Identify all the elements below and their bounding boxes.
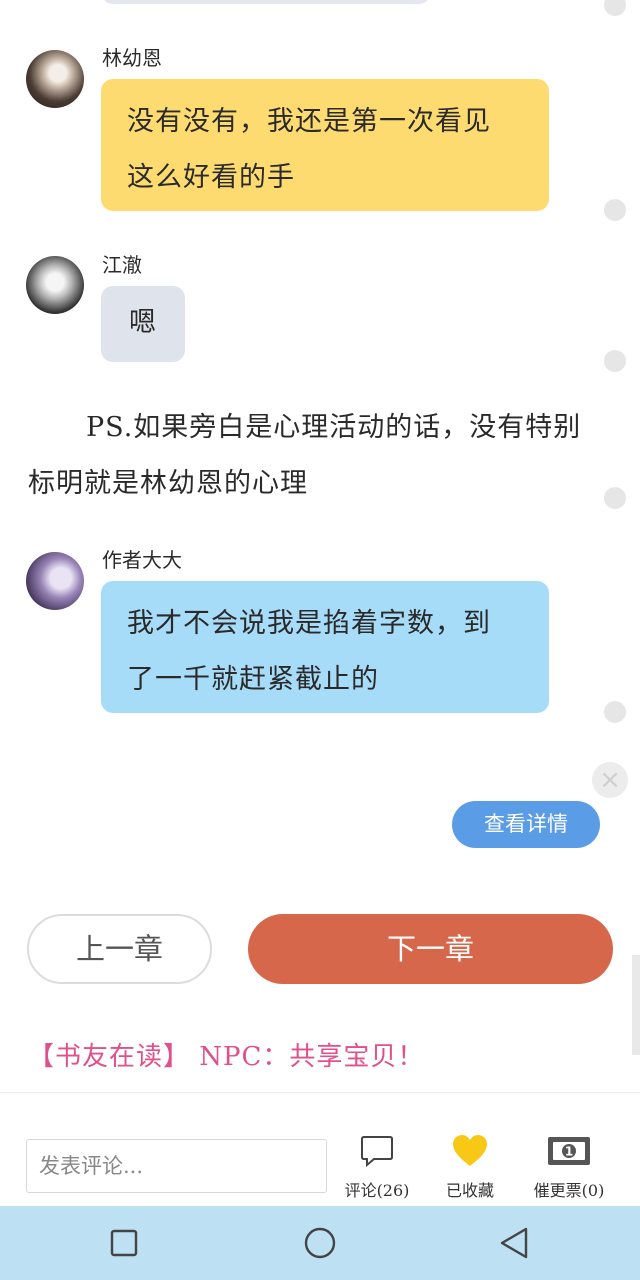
comment-input[interactable] bbox=[26, 1139, 327, 1193]
timeline-dot bbox=[604, 199, 626, 221]
svg-text:1: 1 bbox=[565, 1145, 573, 1159]
message-line: 我才不会说我是掐着字数，到 bbox=[127, 608, 491, 639]
readers-reading-link[interactable]: 【书友在读】 NPC：共享宝贝！ bbox=[28, 1036, 424, 1073]
heart-icon bbox=[453, 1135, 487, 1166]
system-navigation-bar bbox=[0, 1206, 640, 1280]
message-bubble: 没有没有，我还是第一次看见 这么好看的手 bbox=[101, 79, 549, 211]
message-line: 没有没有，我还是第一次看见 bbox=[127, 106, 491, 137]
next-chapter-button[interactable]: 下一章 bbox=[248, 914, 613, 984]
recent-apps-icon[interactable] bbox=[106, 1225, 142, 1261]
message-bubble: 嗯 bbox=[101, 286, 185, 362]
timeline-dot bbox=[604, 487, 626, 509]
timeline-dot bbox=[604, 350, 626, 372]
ticket-icon: 1 bbox=[548, 1137, 590, 1165]
timeline-dot bbox=[604, 701, 626, 723]
comment-bubble-icon bbox=[361, 1136, 393, 1168]
speaker-name: 江澈 bbox=[102, 253, 142, 277]
message-line: 了一千就赶紧截止的 bbox=[127, 664, 379, 695]
close-icon[interactable]: × bbox=[592, 762, 628, 798]
narration-text: PS.如果旁白是心理活动的话，没有特别标明就是林幼恩的心理 bbox=[28, 412, 582, 499]
speaker-name: 作者大大 bbox=[102, 548, 182, 572]
vote-label: 催更票(0) bbox=[533, 1181, 605, 1200]
timeline-dot bbox=[604, 0, 626, 16]
update-vote-button[interactable]: 1 催更票(0) bbox=[524, 1133, 614, 1201]
message-line: 这么好看的手 bbox=[127, 162, 295, 193]
speaker-name: 林幼恩 bbox=[102, 46, 162, 70]
bottom-toolbar: 评论(26) 已收藏 1 催更票(0) bbox=[0, 1092, 640, 1206]
prev-chapter-button[interactable]: 上一章 bbox=[27, 914, 212, 984]
avatar-author[interactable] bbox=[26, 552, 84, 610]
favorited-label: 已收藏 bbox=[445, 1181, 494, 1200]
favorite-button[interactable]: 已收藏 bbox=[425, 1133, 515, 1201]
comments-button[interactable]: 评论(26) bbox=[332, 1133, 422, 1201]
comments-label: 评论(26) bbox=[344, 1181, 410, 1200]
scrollbar[interactable] bbox=[632, 955, 640, 1055]
back-icon[interactable] bbox=[496, 1225, 532, 1261]
message-bubble: 我才不会说我是掐着字数，到 了一千就赶紧截止的 bbox=[101, 581, 549, 713]
home-icon[interactable] bbox=[302, 1225, 338, 1261]
previous-message-bubble bbox=[101, 0, 431, 4]
avatar-jiang-che[interactable] bbox=[26, 256, 84, 314]
view-details-button[interactable]: 查看详情 bbox=[452, 801, 600, 848]
avatar-lin-youen[interactable] bbox=[26, 50, 84, 108]
message-line: 嗯 bbox=[129, 307, 157, 338]
